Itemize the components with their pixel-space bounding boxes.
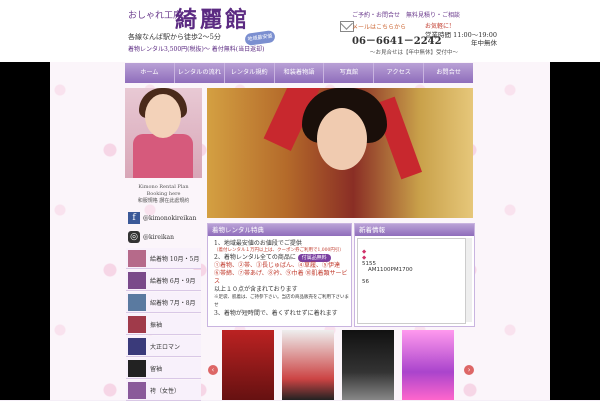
plan-kimono-shape	[133, 134, 193, 178]
right-margin	[550, 62, 600, 400]
menu-thumb	[128, 271, 146, 289]
menu-item-awase-10-5[interactable]: 給着物 10月・5月	[126, 248, 201, 269]
menu-label: 給着物 6月・9月	[150, 277, 196, 285]
campaign-text: 2、着物レンタル全ての商品に	[214, 254, 296, 261]
menu-item-taisho-roman[interactable]: 大正ロマン	[126, 336, 201, 357]
menu-thumb	[128, 249, 146, 267]
campaign-line-4: ①着物、②帯、③長じゅばん、④草履、⑤伊達	[214, 262, 341, 269]
menu-label: 留袖	[150, 365, 163, 373]
menu-thumb	[128, 337, 146, 355]
menu-item-tomesode[interactable]: 留袖	[126, 358, 201, 379]
nav-photos[interactable]: 写真館	[324, 63, 375, 83]
campaign-line-5: ⑥帯締、⑦帯あげ、⑧衿、⑨巾着 ⑩肌着類サービス	[214, 270, 348, 285]
gallery-photo[interactable]	[282, 330, 334, 400]
news-scrollbar[interactable]	[465, 238, 472, 322]
site-header: おしゃれ工房 綺麗館 各線なんば駅から徒歩2～5分 着物レンタル3,500円(税…	[0, 0, 600, 62]
menu-item-ro-7-8[interactable]: 紹着物 7月・8月	[126, 292, 201, 313]
nav-flow[interactable]: レンタルの流れ	[175, 63, 225, 83]
menu-item-furisode[interactable]: 振袖	[126, 314, 201, 335]
rental-plan-banner[interactable]	[125, 88, 202, 178]
facebook-icon: f	[128, 212, 140, 224]
menu-label: 振袖	[150, 321, 163, 329]
news-textarea[interactable]: ◆ ◆ 5155 AM1100PM1700 56	[357, 238, 466, 324]
facebook-handle: @kimonokireikan	[143, 214, 197, 222]
hours-text: 営業時間 11:00～19:00	[425, 31, 498, 39]
menu-label: 袴（女性）	[150, 387, 181, 395]
nav-terms[interactable]: レンタル規約	[225, 63, 275, 83]
news-line-2: AM1100PM1700	[368, 267, 413, 273]
campaign-text: 1、地域最安値のお値段でご提供	[214, 240, 302, 247]
menu-thumb	[128, 293, 146, 311]
menu-thumb	[128, 315, 146, 333]
campaign-title: 着物レンタル特典	[208, 224, 351, 236]
campaign-line-8: 3、着物が短時間で、着くずれせずに着れます	[214, 310, 338, 317]
plan-face-shape	[145, 94, 181, 138]
nav-story[interactable]: 和装着物語	[275, 63, 325, 83]
nav-home[interactable]: ホーム	[125, 63, 175, 83]
facebook-link[interactable]: f @kimonokireikan	[128, 212, 196, 224]
campaign-line-7: ※足袋、肌着は、ご持参下さい。当店の商品販売をご利用下さいませ	[214, 295, 349, 308]
hero-face-shape	[317, 108, 367, 170]
access-text: 各線なんば駅から徒歩2～5分	[128, 33, 221, 41]
reserve-text: ご予約・お問合せ 無料見積り・ご相談	[352, 12, 461, 19]
gallery-photo[interactable]	[222, 330, 274, 400]
closed-text: 年中無休	[471, 39, 498, 47]
free-accessories-badge: 付属品無料	[297, 254, 331, 262]
business-hours: 営業時間 11:00～19:00 年中無休	[425, 31, 497, 47]
menu-label: 給着物 10月・5月	[150, 255, 200, 263]
menu-item-awase-6-9[interactable]: 給着物 6月・9月	[126, 270, 201, 291]
instagram-link[interactable]: ◎ @kireikan	[128, 231, 174, 243]
menu-label: 紹着物 7月・8月	[150, 299, 196, 307]
plan-label-line2: Booking here	[146, 191, 181, 197]
menu-item-hakama[interactable]: 袴（女性）	[126, 380, 201, 401]
instagram-handle: @kireikan	[143, 233, 174, 241]
news-line-3: 56	[362, 279, 369, 285]
campaign-box: 着物レンタル特典 1、地域最安値のお値段でご提供 （着付レンタル１万円以上は、ク…	[207, 223, 352, 327]
news-title: 新着情報	[355, 224, 474, 236]
menu-label: 大正ロマン	[150, 343, 181, 351]
nav-access[interactable]: アクセス	[374, 63, 425, 83]
mail-link[interactable]: メールはこちらから	[352, 22, 406, 31]
gallery-photo[interactable]	[342, 330, 394, 400]
logo-subtitle: おしゃれ工房	[128, 11, 183, 21]
left-margin	[0, 62, 50, 400]
lowest-price-badge: 地域最安値	[244, 29, 276, 47]
plan-label-line1: Kimono Rental Plan	[138, 184, 189, 190]
price-text: 着物レンタル3,500円(税抜)～ 着付無料(当日返却)	[128, 46, 265, 53]
welcome-text: お気軽に!	[425, 23, 452, 30]
nav-contact[interactable]: お問合せ	[424, 63, 473, 83]
menu-thumb	[128, 381, 146, 399]
consult-text: ～お見合せは【年中無休】受付中～	[370, 50, 459, 56]
plan-label[interactable]: Kimono Rental Plan Booking here 和服規格 讃在此…	[125, 184, 202, 205]
photo-gallery	[210, 330, 472, 400]
instagram-icon: ◎	[128, 231, 140, 243]
gallery-next-arrow[interactable]: ›	[464, 365, 474, 375]
campaign-line-1: 1、地域最安値のお値段でご提供	[208, 240, 351, 248]
gallery-photo[interactable]	[402, 330, 454, 400]
campaign-line-3: 2、着物レンタル全ての商品に 付属品無料	[208, 254, 351, 262]
site-logo[interactable]: 綺麗館	[175, 2, 250, 34]
menu-thumb	[128, 359, 146, 377]
news-box: 新着情報 ◆ ◆ 5155 AM1100PM1700 56	[354, 223, 475, 327]
main-nav: ホーム レンタルの流れ レンタル規約 和装着物語 写真館 アクセス お問合せ	[125, 63, 473, 83]
campaign-line-6: 以上１０点が含まれております	[214, 286, 298, 293]
hero-image	[207, 88, 473, 218]
plan-label-line3: 和服規格 讃在此處規約	[137, 198, 190, 204]
